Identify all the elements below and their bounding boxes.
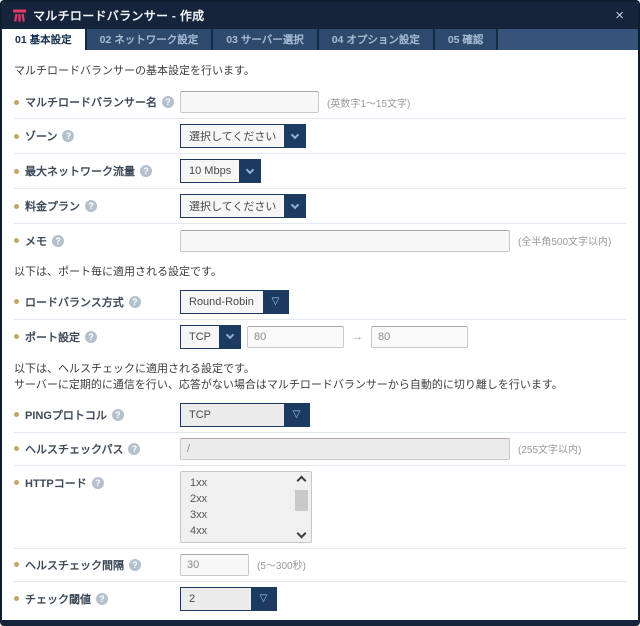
zone-select[interactable]: 選択してください xyxy=(180,124,307,148)
help-icon[interactable]: ? xyxy=(96,592,108,605)
create-multi-load-balancer-dialog: マルチロードバランサー - 作成 × 01 基本設定 02 ネットワーク設定 03 … xyxy=(0,0,640,626)
load-balancer-icon xyxy=(12,8,27,23)
help-icon[interactable]: ? xyxy=(52,234,64,247)
scroll-down-icon[interactable] xyxy=(296,528,306,539)
field-label-threshold: チェック閾値 ? xyxy=(14,591,180,607)
health-check-interval-input[interactable] xyxy=(180,553,249,576)
field-label-path: ヘルスチェックパス ? xyxy=(14,441,180,457)
name-input[interactable] xyxy=(180,91,319,113)
field-row-http-code: HTTPコード ? 1xx 2xx 3xx 4xx xyxy=(14,466,626,549)
listbox-scrollbar[interactable] xyxy=(292,473,310,541)
close-icon[interactable]: × xyxy=(609,6,630,25)
field-label-name: マルチロードバランサー名 ? xyxy=(14,94,180,110)
bullet-icon xyxy=(14,480,19,486)
path-hint: (255文字以内) xyxy=(518,445,582,457)
field-row-memo: メモ ? (全半角500文字以内) xyxy=(14,224,626,257)
health-note-line2: サーバーに定期的に通信を行い、応答がない場合はマルチロードバランサーから自動的に… xyxy=(14,378,563,391)
bullet-icon xyxy=(14,168,19,174)
bullet-icon xyxy=(14,412,19,418)
chevron-down-icon xyxy=(284,125,306,147)
bullet-icon xyxy=(14,334,19,340)
dialog-footer: キャンセル ネットワーク設定へ xyxy=(14,616,626,620)
bullet-icon xyxy=(14,446,19,452)
dropdown-arrow-icon: ▽ xyxy=(263,290,288,313)
name-hint: (英数字1〜15文字) xyxy=(327,98,411,110)
http-code-listbox[interactable]: 1xx 2xx 3xx 4xx xyxy=(180,470,312,543)
help-icon[interactable]: ? xyxy=(162,96,174,108)
tab-3[interactable]: 03 サーバー選択 xyxy=(213,29,317,50)
field-label-ping: PINGプロトコル ? xyxy=(14,407,180,423)
port-section-note: 以下は、ポート毎に適用される設定です。 xyxy=(14,266,222,278)
help-icon[interactable]: ? xyxy=(62,130,75,142)
help-icon[interactable]: ? xyxy=(85,330,97,343)
field-label-interval: ヘルスチェック間隔 ? xyxy=(14,557,180,573)
scroll-up-icon[interactable] xyxy=(296,475,306,486)
dialog-title: マルチロードバランサー - 作成 xyxy=(33,9,205,23)
help-icon[interactable]: ? xyxy=(129,558,141,571)
help-icon[interactable]: ? xyxy=(140,165,152,177)
tab-4[interactable]: 04 オプション設定 xyxy=(318,29,433,50)
field-row-name: マルチロードバランサー名 ? (英数字1〜15文字) xyxy=(14,86,626,119)
intro-text: マルチロードバランサーの基本設定を行います。 xyxy=(14,65,255,77)
field-row-zone: ゾーン ? 選択してください xyxy=(14,119,626,154)
chevron-down-icon xyxy=(219,325,240,348)
chevron-down-icon xyxy=(239,160,261,182)
memo-hint: (全半角500文字以内) xyxy=(518,237,612,248)
help-icon[interactable]: ? xyxy=(85,200,97,212)
field-row-threshold: チェック閾値 ? 2 ▽ xyxy=(14,582,626,616)
tab-bar-filler xyxy=(498,29,638,50)
tab-2[interactable]: 02 ネットワーク設定 xyxy=(86,29,212,50)
field-row-port: ポート設定 ? TCP → xyxy=(14,320,626,354)
field-label-http-code: HTTPコード ? xyxy=(14,471,180,491)
field-label-memo: メモ ? xyxy=(14,233,180,249)
help-icon[interactable]: ? xyxy=(128,295,141,308)
health-check-path-input[interactable] xyxy=(180,437,510,460)
bullet-icon xyxy=(14,203,19,209)
bullet-icon xyxy=(14,238,19,243)
field-label-zone: ゾーン ? xyxy=(14,128,180,144)
dropdown-arrow-icon: ▽ xyxy=(251,587,276,610)
field-row-ping: PINGプロトコル ? TCP ▽ xyxy=(14,398,626,433)
port-arrow-icon: → xyxy=(352,330,363,343)
help-icon[interactable]: ? xyxy=(91,476,104,489)
bullet-icon xyxy=(14,596,19,602)
bullet-icon xyxy=(14,299,19,305)
scrollbar-thumb[interactable] xyxy=(294,489,308,511)
field-label-plan: 料金プラン ? xyxy=(14,198,180,214)
bullet-icon xyxy=(14,99,19,105)
interval-hint: (5〜300秒) xyxy=(257,561,306,573)
field-label-port: ポート設定 ? xyxy=(14,329,180,345)
field-row-traffic: 最大ネットワーク流量 ? 10 Mbps xyxy=(14,154,626,189)
field-row-interval: ヘルスチェック間隔 ? (5〜300秒) xyxy=(14,549,626,582)
help-icon[interactable]: ? xyxy=(128,442,141,455)
balance-method-select[interactable]: Round-Robin ▽ xyxy=(180,289,289,314)
field-row-balance: ロードバランス方式 ? Round-Robin ▽ xyxy=(14,285,626,320)
plan-select[interactable]: 選択してください xyxy=(180,194,307,218)
basic-settings-panel: マルチロードバランサーの基本設定を行います。 マルチロードバランサー名 ? (英… xyxy=(2,50,638,620)
tab-bar: 01 基本設定 02 ネットワーク設定 03 サーバー選択 04 オプション設定 05 … xyxy=(2,29,638,50)
bullet-icon xyxy=(14,562,19,568)
field-row-plan: 料金プラン ? 選択してください xyxy=(14,189,626,224)
field-label-traffic: 最大ネットワーク流量 ? xyxy=(14,163,180,179)
dialog-titlebar: マルチロードバランサー - 作成 × xyxy=(2,2,638,29)
port-from-input[interactable] xyxy=(247,325,344,348)
help-icon[interactable]: ? xyxy=(111,408,124,421)
health-section-note: 以下は、ヘルスチェックに適用される設定です。 サーバーに定期的に通信を行い、応答… xyxy=(14,354,626,398)
port-protocol-select[interactable]: TCP xyxy=(180,324,241,349)
field-label-balance: ロードバランス方式 ? xyxy=(14,294,180,310)
chevron-down-icon xyxy=(284,195,306,217)
check-threshold-select[interactable]: 2 ▽ xyxy=(180,586,277,611)
tab-5[interactable]: 05 確認 xyxy=(434,29,497,50)
ping-protocol-select[interactable]: TCP ▽ xyxy=(180,402,310,427)
memo-input[interactable] xyxy=(180,229,510,252)
traffic-select[interactable]: 10 Mbps xyxy=(180,159,262,183)
dropdown-arrow-icon: ▽ xyxy=(284,403,309,426)
health-note-line1: 以下は、ヘルスチェックに適用される設定です。 xyxy=(14,362,255,375)
bullet-icon xyxy=(14,133,19,139)
field-row-path: ヘルスチェックパス ? (255文字以内) xyxy=(14,433,626,466)
port-to-input[interactable] xyxy=(371,325,468,348)
tab-1[interactable]: 01 基本設定 xyxy=(2,29,85,50)
